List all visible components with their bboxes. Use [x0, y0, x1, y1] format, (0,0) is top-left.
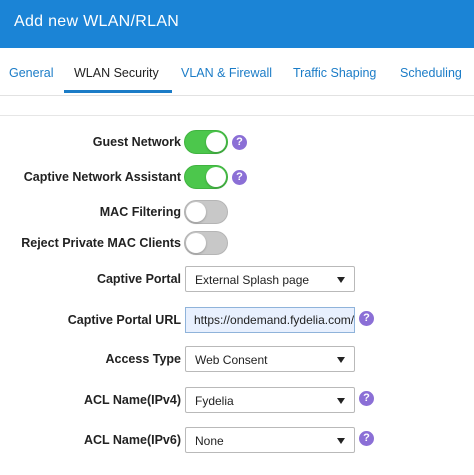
captive-portal-label: Captive Portal [96, 272, 181, 286]
toggle-knob [206, 132, 226, 152]
acl-ipv4-value: Fydelia [195, 394, 234, 408]
tab-traffic-shaping[interactable]: Traffic Shaping [293, 66, 376, 80]
mac-filtering-toggle[interactable] [184, 200, 228, 224]
captive-portal-select[interactable]: External Splash page [185, 266, 355, 292]
acl-ipv4-select[interactable]: Fydelia [185, 387, 355, 413]
tab-bar: General WLAN Security VLAN & Firewall Tr… [0, 48, 474, 96]
help-icon[interactable]: ? [359, 391, 374, 406]
captive-portal-url-input[interactable] [185, 307, 355, 333]
acl-ipv6-label: ACL Name(IPv6) [83, 433, 181, 447]
reject-private-mac-label: Reject Private MAC Clients [21, 236, 181, 250]
tab-vlan-firewall[interactable]: VLAN & Firewall [181, 66, 272, 80]
captive-portal-url-label: Captive Portal URL [67, 313, 181, 327]
dialog-header: Add new WLAN/RLAN [0, 0, 474, 48]
tab-wlan-security[interactable]: WLAN Security [74, 66, 159, 80]
dropdown-caret-icon [337, 438, 345, 444]
dropdown-caret-icon [337, 277, 345, 283]
reject-private-mac-toggle[interactable] [184, 231, 228, 255]
toggle-knob [186, 233, 206, 253]
acl-ipv6-select[interactable]: None [185, 427, 355, 453]
help-icon[interactable]: ? [232, 170, 247, 185]
help-icon[interactable]: ? [232, 135, 247, 150]
active-tab-indicator [64, 90, 172, 93]
guest-network-toggle[interactable] [184, 130, 228, 154]
captive-network-assistant-toggle[interactable] [184, 165, 228, 189]
help-icon[interactable]: ? [359, 311, 374, 326]
guest-network-label: Guest Network [92, 135, 181, 149]
dropdown-caret-icon [337, 357, 345, 363]
acl-ipv6-value: None [195, 434, 224, 448]
dialog-title: Add new WLAN/RLAN [14, 13, 180, 30]
acl-ipv4-label: ACL Name(IPv4) [83, 393, 181, 407]
captive-network-assistant-label: Captive Network Assistant [23, 170, 181, 184]
divider [0, 115, 474, 116]
captive-portal-value: External Splash page [195, 273, 310, 287]
access-type-value: Web Consent [195, 353, 268, 367]
dropdown-caret-icon [337, 398, 345, 404]
tab-general[interactable]: General [9, 66, 53, 80]
mac-filtering-label: MAC Filtering [99, 205, 181, 219]
toggle-knob [206, 167, 226, 187]
help-icon[interactable]: ? [359, 431, 374, 446]
tab-scheduling[interactable]: Scheduling [400, 66, 462, 80]
access-type-label: Access Type [105, 352, 181, 366]
access-type-select[interactable]: Web Consent [185, 346, 355, 372]
toggle-knob [186, 202, 206, 222]
